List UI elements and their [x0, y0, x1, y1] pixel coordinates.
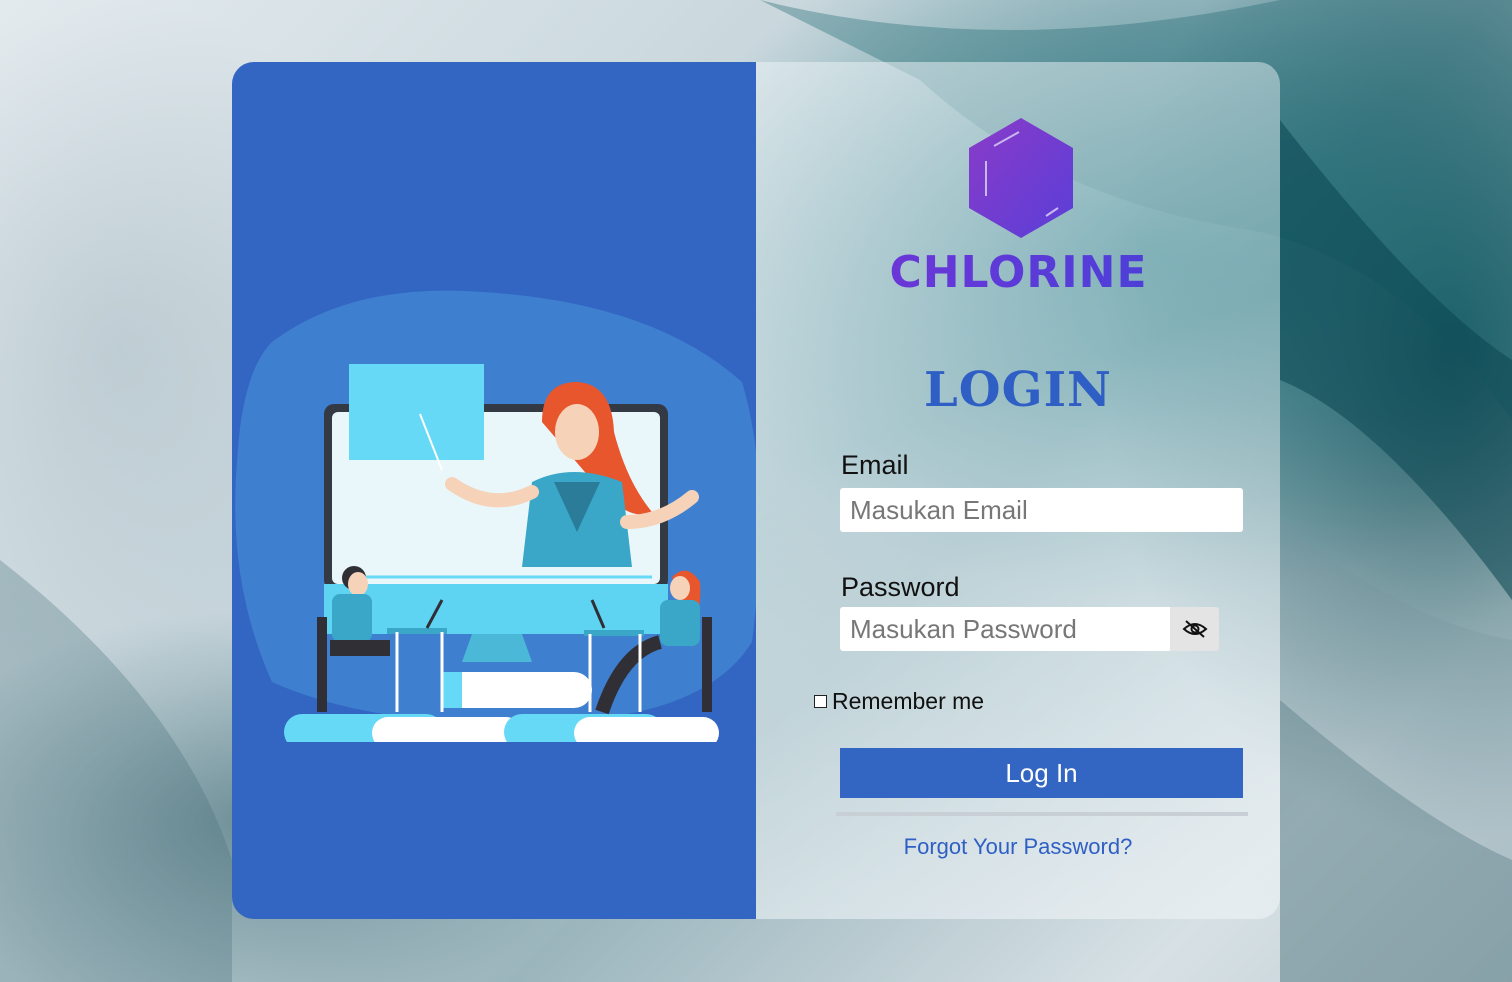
login-button[interactable]: Log In [840, 748, 1243, 798]
login-card: CHLORINE LOGIN Email Password Remember m… [232, 62, 1280, 919]
forgot-password-link[interactable]: Forgot Your Password? [756, 834, 1280, 860]
remember-me: Remember me [814, 688, 984, 715]
brand-name: CHLORINE [886, 247, 1151, 298]
divider [836, 812, 1248, 816]
email-label: Email [841, 450, 909, 480]
remember-checkbox[interactable] [814, 695, 827, 708]
login-form-panel: CHLORINE LOGIN Email Password Remember m… [756, 62, 1280, 919]
online-class-illustration [235, 290, 756, 742]
password-label: Password [841, 572, 960, 602]
email-input[interactable] [840, 488, 1243, 532]
illustration-panel [232, 62, 756, 919]
remember-label: Remember me [832, 688, 985, 714]
eye-slash-icon [1182, 620, 1207, 638]
toggle-password-button[interactable] [1170, 607, 1219, 651]
password-input[interactable] [840, 607, 1194, 651]
login-title: LOGIN [924, 362, 1112, 418]
